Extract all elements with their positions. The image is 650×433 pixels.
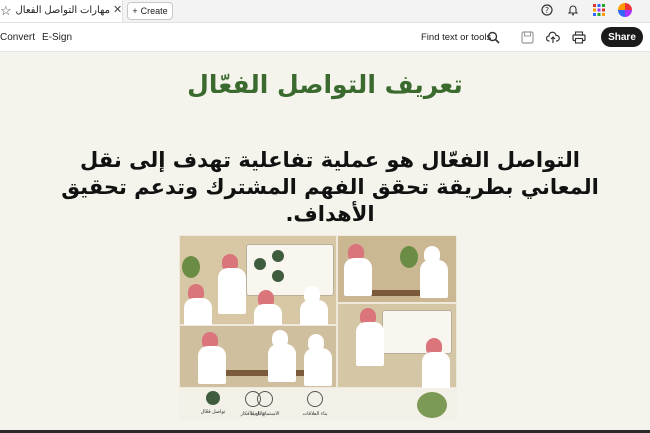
print-icon[interactable]	[571, 29, 587, 45]
save-icon[interactable]	[519, 29, 535, 45]
upload-icon[interactable]	[545, 29, 561, 45]
close-icon[interactable]: ✕	[113, 3, 122, 16]
browser-tab-bar: ☆ مهارات التواصل الفعال الاكا... ✕ + Cre…	[0, 0, 650, 23]
slide-body-text: التواصل الفعّال هو عملية تفاعلية تهدف إل…	[61, 148, 599, 226]
browser-tab[interactable]: ☆ مهارات التواصل الفعال الاكا... ✕	[0, 0, 123, 22]
chat-bubble-icon	[254, 258, 266, 270]
apps-grid-icon[interactable]	[592, 3, 606, 17]
footer-item: بناء العلاقات	[295, 391, 335, 417]
leaf-decoration	[417, 392, 447, 418]
illustration-footer: تبادل الأفكار بناء العلاقات الاستماع الج…	[179, 388, 457, 420]
find-text-label[interactable]: Find text or tools	[421, 32, 491, 43]
help-icon[interactable]: ?	[540, 3, 554, 17]
plant	[400, 246, 418, 268]
top-right-icons: ?	[540, 3, 632, 17]
create-button[interactable]: + Create	[127, 2, 173, 20]
star-icon[interactable]: ☆	[0, 3, 12, 19]
share-button[interactable]: Share	[601, 27, 643, 47]
footer-item: تواصل فعّال	[193, 391, 233, 415]
whiteboard	[246, 244, 334, 296]
tab-title: مهارات التواصل الفعال الاكا...	[14, 5, 110, 16]
footer-item-listening: الاستماع الجيد	[245, 391, 285, 417]
discussion-scene-panel	[337, 235, 457, 303]
plus-icon: +	[132, 6, 138, 16]
communication-illustration: تبادل الأفكار بناء العلاقات الاستماع الج…	[179, 235, 457, 420]
bulb-icon	[272, 250, 284, 262]
plant	[182, 256, 200, 278]
avatar[interactable]	[618, 3, 632, 17]
convert-link[interactable]: Convert	[0, 32, 35, 43]
create-label: Create	[140, 6, 168, 16]
acrobat-toolbar: Convert E-Sign Find text or tools Share	[0, 23, 650, 52]
slide-page: تعريف التواصل الفعّال التواصل الفعّال هو…	[0, 52, 650, 430]
conversation-scene-panel	[179, 325, 337, 388]
meeting-scene-panel	[179, 235, 337, 342]
handshake-icon	[307, 391, 323, 407]
esign-link[interactable]: E-Sign	[42, 32, 72, 43]
bell-icon[interactable]	[566, 3, 580, 17]
speech-bubble-icon	[206, 391, 220, 405]
chat-bubble-icon	[272, 270, 284, 282]
svg-text:?: ?	[545, 6, 549, 15]
slide-title: تعريف التواصل الفعّال	[187, 70, 463, 99]
people-group-icon	[257, 391, 273, 407]
brainstorm-scene-panel	[337, 303, 457, 390]
search-icon[interactable]	[485, 29, 501, 45]
